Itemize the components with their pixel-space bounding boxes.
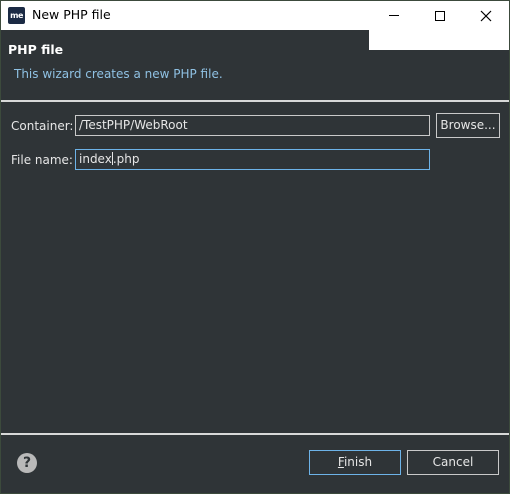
header-banner-image <box>369 30 509 50</box>
maximize-icon <box>435 10 445 21</box>
myeclipse-logo-icon: me <box>8 7 25 24</box>
filename-text-after-caret: .php <box>112 152 140 166</box>
container-label: Container: <box>11 119 74 133</box>
help-icon[interactable]: ? <box>17 453 37 473</box>
minimize-icon <box>389 15 399 16</box>
cancel-button[interactable]: Cancel <box>407 450 499 475</box>
browse-button[interactable]: Browse... <box>436 113 500 138</box>
wizard-title: PHP file <box>8 42 64 57</box>
filename-label: File name: <box>11 153 73 167</box>
footer-separator <box>1 433 509 435</box>
title-bar: me New PHP file <box>1 1 509 30</box>
finish-button[interactable]: Finish <box>309 450 401 475</box>
window-title: New PHP file <box>32 7 111 22</box>
filename-text-before-caret: index <box>79 152 112 166</box>
new-php-file-dialog: me New PHP file PHP file This wizard cre… <box>0 0 510 494</box>
close-icon <box>480 10 492 21</box>
minimize-button[interactable] <box>371 1 417 30</box>
header-separator <box>1 100 509 102</box>
close-button[interactable] <box>463 1 509 30</box>
wizard-description: This wizard creates a new PHP file. <box>14 67 223 81</box>
wizard-header: PHP file This wizard creates a new PHP f… <box>1 30 509 100</box>
finish-label-rest: inish <box>343 455 373 469</box>
container-field[interactable]: /TestPHP/WebRoot <box>75 115 430 136</box>
maximize-button[interactable] <box>417 1 463 30</box>
filename-field[interactable]: index.php <box>75 149 430 170</box>
